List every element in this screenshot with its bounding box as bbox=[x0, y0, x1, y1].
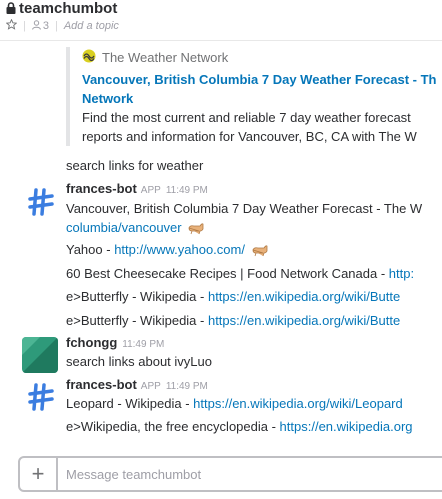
cat-emoji bbox=[187, 221, 205, 238]
bot-avatar[interactable] bbox=[22, 184, 58, 220]
message-line: Yahoo - http://www.yahoo.com/ bbox=[66, 242, 269, 260]
member-count-value: 3 bbox=[42, 20, 49, 32]
line-text: e>Butterfly - Wikipedia - bbox=[66, 313, 208, 328]
lock-icon bbox=[6, 1, 16, 18]
message-line: e>Wikipedia, the free encyclopedia - htt… bbox=[66, 419, 413, 434]
sender-name[interactable]: frances-bot bbox=[66, 181, 137, 196]
member-count[interactable]: 3 bbox=[31, 19, 49, 33]
line-text: Yahoo - bbox=[66, 242, 115, 257]
message-line: e>Butterfly - Wikipedia - https://en.wik… bbox=[66, 313, 400, 328]
sender-name[interactable]: fchongg bbox=[66, 335, 117, 350]
plus-icon[interactable]: + bbox=[20, 458, 58, 490]
line-text: e>Butterfly - Wikipedia - bbox=[66, 289, 208, 304]
message-header: fchongg 11:49 PM bbox=[66, 335, 164, 350]
app-badge: APP bbox=[140, 185, 161, 196]
message-link[interactable]: http: bbox=[389, 266, 414, 281]
line-text: Leopard - Wikipedia - bbox=[66, 396, 194, 411]
channel-meta: | 3 | Add a topic bbox=[5, 18, 119, 33]
person-icon bbox=[31, 19, 41, 33]
app-badge: APP bbox=[140, 381, 161, 392]
attachment-title-link[interactable]: Vancouver, British Columbia 7 Day Weathe… bbox=[82, 70, 442, 108]
weather-network-icon bbox=[82, 49, 96, 66]
meta-divider: | bbox=[23, 20, 26, 32]
link-preview-attachment: The Weather Network Vancouver, British C… bbox=[66, 47, 442, 146]
message-header: frances-bot APP 11:49 PM bbox=[66, 377, 208, 392]
message-link[interactable]: http://www.yahoo.com/ bbox=[114, 242, 245, 257]
meta-divider: | bbox=[54, 20, 58, 32]
cat-emoji bbox=[251, 243, 269, 260]
sender-name[interactable]: frances-bot bbox=[66, 377, 137, 392]
message-line: Vancouver, British Columbia 7 Day Weathe… bbox=[66, 201, 423, 216]
channel-name: teamchumbot bbox=[19, 0, 118, 17]
channel-header: teamchumbot | 3 | Add a topic bbox=[0, 0, 442, 41]
message-link[interactable]: https://en.wikipedia.org/wiki/Leopard bbox=[193, 396, 403, 411]
star-icon[interactable] bbox=[5, 18, 18, 33]
message-list[interactable]: The Weather Network Vancouver, British C… bbox=[0, 41, 442, 451]
message-composer: + bbox=[18, 456, 442, 492]
message-line: 60 Best Cheesecake Recipes | Food Networ… bbox=[66, 266, 414, 281]
message-text: search links for weather bbox=[66, 158, 204, 173]
message-link[interactable]: https://en.wikipedia.org bbox=[280, 419, 413, 434]
channel-title[interactable]: teamchumbot bbox=[6, 0, 117, 18]
message-text: search links about ivyLuo bbox=[66, 354, 212, 369]
message-line: e>Butterfly - Wikipedia - https://en.wik… bbox=[66, 289, 400, 304]
add-topic-link[interactable]: Add a topic bbox=[64, 20, 119, 32]
user-avatar[interactable] bbox=[22, 337, 58, 373]
message-header: frances-bot APP 11:49 PM bbox=[66, 181, 208, 196]
message-link[interactable]: columbia/vancouver bbox=[66, 220, 182, 235]
timestamp[interactable]: 11:49 PM bbox=[122, 339, 164, 350]
line-text: 60 Best Cheesecake Recipes | Food Networ… bbox=[66, 266, 389, 281]
line-text: e>Wikipedia, the free encyclopedia - bbox=[66, 419, 280, 434]
message-link[interactable]: https://en.wikipedia.org/wiki/Butte bbox=[208, 313, 400, 328]
bot-avatar[interactable] bbox=[22, 379, 58, 415]
message-line: columbia/vancouver bbox=[66, 220, 205, 238]
timestamp[interactable]: 11:49 PM bbox=[166, 185, 208, 196]
message-link[interactable]: https://en.wikipedia.org/wiki/Butte bbox=[208, 289, 400, 304]
message-line: Leopard - Wikipedia - https://en.wikiped… bbox=[66, 396, 403, 411]
timestamp[interactable]: 11:49 PM bbox=[166, 381, 208, 392]
attachment-description: Find the most current and reliable 7 day… bbox=[82, 110, 417, 144]
message-input[interactable] bbox=[66, 458, 442, 490]
attachment-service: The Weather Network bbox=[82, 47, 442, 67]
attachment-service-name: The Weather Network bbox=[102, 49, 229, 65]
